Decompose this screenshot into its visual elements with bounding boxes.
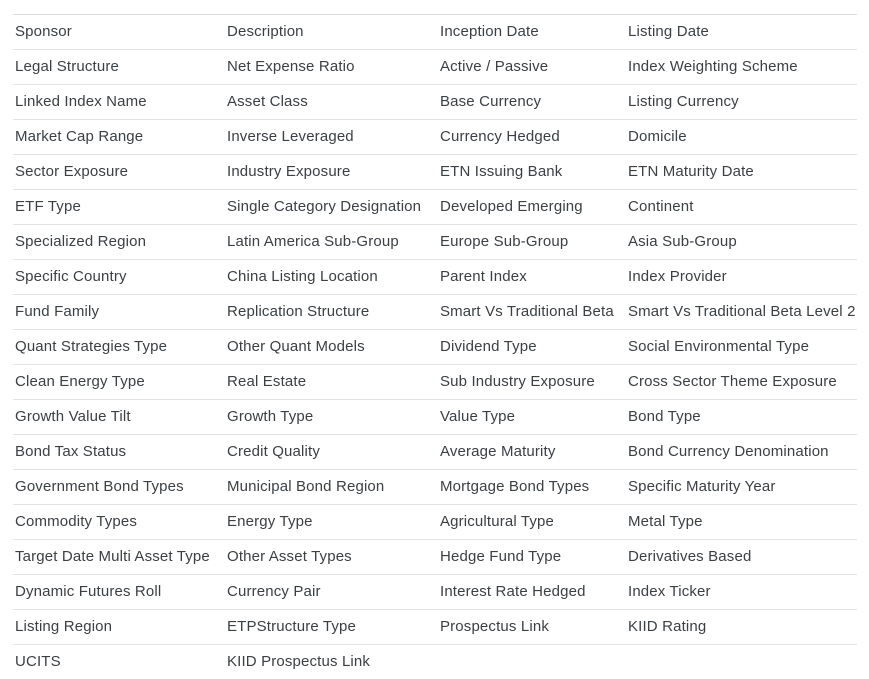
table-cell-field-name[interactable]: Linked Index Name — [13, 85, 225, 120]
table-cell-field-name[interactable]: Dividend Type — [438, 330, 626, 365]
field-list-container: SponsorDescriptionInception DateListing … — [0, 0, 869, 679]
table-cell-field-name[interactable]: Mortgage Bond Types — [438, 470, 626, 505]
table-cell-field-name[interactable]: Target Date Multi Asset Type — [13, 540, 225, 575]
table-cell-field-name[interactable]: Developed Emerging — [438, 190, 626, 225]
table-cell-field-name[interactable]: Growth Type — [225, 400, 438, 435]
table-cell-field-name[interactable]: Legal Structure — [13, 50, 225, 85]
table-cell-field-name[interactable]: KIID Rating — [626, 610, 857, 645]
table-cell-field-name[interactable]: Currency Pair — [225, 575, 438, 610]
table-cell-field-name[interactable]: Single Category Designation — [225, 190, 438, 225]
table-cell-field-name[interactable]: Domicile — [626, 120, 857, 155]
table-cell-field-name[interactable]: China Listing Location — [225, 260, 438, 295]
table-cell-field-name[interactable]: Description — [225, 15, 438, 50]
field-table-body: SponsorDescriptionInception DateListing … — [13, 15, 857, 679]
table-cell-field-name[interactable]: Market Cap Range — [13, 120, 225, 155]
table-row: Listing RegionETPStructure TypeProspectu… — [13, 610, 857, 645]
table-cell-field-name[interactable]: Government Bond Types — [13, 470, 225, 505]
table-cell-field-name[interactable]: ETPStructure Type — [225, 610, 438, 645]
table-cell-field-name[interactable]: Inception Date — [438, 15, 626, 50]
table-cell-field-name[interactable]: Replication Structure — [225, 295, 438, 330]
table-cell-field-name[interactable]: ETN Issuing Bank — [438, 155, 626, 190]
table-row: Specialized RegionLatin America Sub-Grou… — [13, 225, 857, 260]
table-cell-field-name[interactable]: Continent — [626, 190, 857, 225]
table-row: ETF TypeSingle Category DesignationDevel… — [13, 190, 857, 225]
table-row: Government Bond TypesMunicipal Bond Regi… — [13, 470, 857, 505]
table-cell-field-name[interactable]: Specific Maturity Year — [626, 470, 857, 505]
table-row: Target Date Multi Asset TypeOther Asset … — [13, 540, 857, 575]
table-cell-field-name[interactable]: Asset Class — [225, 85, 438, 120]
table-cell-field-name[interactable]: Bond Currency Denomination — [626, 435, 857, 470]
table-cell-field-name[interactable]: KIID Prospectus Link — [225, 645, 438, 679]
table-cell-field-name[interactable]: Smart Vs Traditional Beta — [438, 295, 626, 330]
table-row: Commodity TypesEnergy TypeAgricultural T… — [13, 505, 857, 540]
table-cell-field-name[interactable]: Quant Strategies Type — [13, 330, 225, 365]
table-cell-field-name[interactable]: Prospectus Link — [438, 610, 626, 645]
table-cell-field-name[interactable]: Specialized Region — [13, 225, 225, 260]
table-cell-field-name[interactable]: Index Provider — [626, 260, 857, 295]
table-row: Dynamic Futures RollCurrency PairInteres… — [13, 575, 857, 610]
table-cell-field-name[interactable]: Listing Currency — [626, 85, 857, 120]
table-cell-field-name[interactable]: Smart Vs Traditional Beta Level 2 — [626, 295, 857, 330]
table-row: Bond Tax StatusCredit QualityAverage Mat… — [13, 435, 857, 470]
table-row: Sector ExposureIndustry ExposureETN Issu… — [13, 155, 857, 190]
table-cell-field-name[interactable]: Sponsor — [13, 15, 225, 50]
table-cell-field-name[interactable]: Derivatives Based — [626, 540, 857, 575]
table-cell-field-name[interactable]: Social Environmental Type — [626, 330, 857, 365]
table-cell-empty — [438, 645, 626, 679]
table-cell-field-name[interactable]: Agricultural Type — [438, 505, 626, 540]
table-row: Market Cap RangeInverse LeveragedCurrenc… — [13, 120, 857, 155]
table-cell-field-name[interactable]: Commodity Types — [13, 505, 225, 540]
table-cell-field-name[interactable]: Inverse Leveraged — [225, 120, 438, 155]
table-cell-field-name[interactable]: Bond Type — [626, 400, 857, 435]
table-cell-field-name[interactable]: Value Type — [438, 400, 626, 435]
table-cell-field-name[interactable]: Cross Sector Theme Exposure — [626, 365, 857, 400]
table-row: Clean Energy TypeReal EstateSub Industry… — [13, 365, 857, 400]
table-cell-field-name[interactable]: Other Asset Types — [225, 540, 438, 575]
table-cell-field-name[interactable]: Energy Type — [225, 505, 438, 540]
table-cell-field-name[interactable]: Bond Tax Status — [13, 435, 225, 470]
table-cell-field-name[interactable]: Real Estate — [225, 365, 438, 400]
table-cell-field-name[interactable]: UCITS — [13, 645, 225, 679]
table-cell-field-name[interactable]: Latin America Sub-Group — [225, 225, 438, 260]
table-cell-field-name[interactable]: Parent Index — [438, 260, 626, 295]
table-row: Linked Index NameAsset ClassBase Currenc… — [13, 85, 857, 120]
table-cell-field-name[interactable]: Metal Type — [626, 505, 857, 540]
etf-field-reference-table: SponsorDescriptionInception DateListing … — [13, 14, 857, 679]
table-cell-field-name[interactable]: Growth Value Tilt — [13, 400, 225, 435]
table-cell-field-name[interactable]: Other Quant Models — [225, 330, 438, 365]
table-cell-field-name[interactable]: Active / Passive — [438, 50, 626, 85]
table-cell-field-name[interactable]: Sector Exposure — [13, 155, 225, 190]
table-cell-field-name[interactable]: Fund Family — [13, 295, 225, 330]
table-cell-field-name[interactable]: ETF Type — [13, 190, 225, 225]
table-row: Specific CountryChina Listing LocationPa… — [13, 260, 857, 295]
table-cell-field-name[interactable]: Average Maturity — [438, 435, 626, 470]
table-row: Quant Strategies TypeOther Quant ModelsD… — [13, 330, 857, 365]
table-cell-field-name[interactable]: Sub Industry Exposure — [438, 365, 626, 400]
table-cell-field-name[interactable]: ETN Maturity Date — [626, 155, 857, 190]
table-cell-field-name[interactable]: Index Weighting Scheme — [626, 50, 857, 85]
table-cell-field-name[interactable]: Net Expense Ratio — [225, 50, 438, 85]
table-cell-field-name[interactable]: Listing Date — [626, 15, 857, 50]
table-cell-field-name[interactable]: Clean Energy Type — [13, 365, 225, 400]
table-cell-field-name[interactable]: Listing Region — [13, 610, 225, 645]
table-cell-field-name[interactable]: Index Ticker — [626, 575, 857, 610]
table-cell-field-name[interactable]: Base Currency — [438, 85, 626, 120]
table-cell-field-name[interactable]: Europe Sub-Group — [438, 225, 626, 260]
table-cell-field-name[interactable]: Interest Rate Hedged — [438, 575, 626, 610]
table-row: Legal StructureNet Expense RatioActive /… — [13, 50, 857, 85]
table-row: SponsorDescriptionInception DateListing … — [13, 15, 857, 50]
table-row: Growth Value TiltGrowth TypeValue TypeBo… — [13, 400, 857, 435]
table-cell-field-name[interactable]: Specific Country — [13, 260, 225, 295]
table-row: Fund FamilyReplication StructureSmart Vs… — [13, 295, 857, 330]
table-cell-field-name[interactable]: Currency Hedged — [438, 120, 626, 155]
table-cell-field-name[interactable]: Credit Quality — [225, 435, 438, 470]
table-cell-field-name[interactable]: Hedge Fund Type — [438, 540, 626, 575]
table-cell-field-name[interactable]: Industry Exposure — [225, 155, 438, 190]
table-cell-empty — [626, 645, 857, 679]
table-row: UCITSKIID Prospectus Link — [13, 645, 857, 679]
table-cell-field-name[interactable]: Asia Sub-Group — [626, 225, 857, 260]
table-cell-field-name[interactable]: Dynamic Futures Roll — [13, 575, 225, 610]
table-cell-field-name[interactable]: Municipal Bond Region — [225, 470, 438, 505]
